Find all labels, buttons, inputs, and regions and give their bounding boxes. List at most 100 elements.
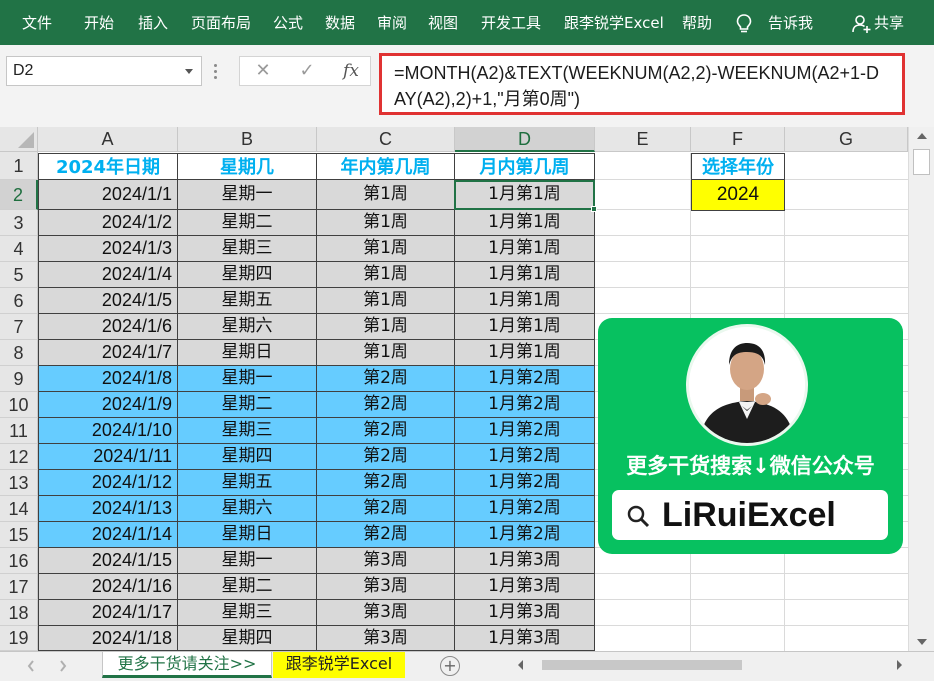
row-header[interactable]: 15	[0, 522, 38, 548]
insert-function-icon[interactable]: fx	[336, 57, 366, 85]
date-cell[interactable]: 2024/1/10	[38, 418, 178, 444]
year-week-cell[interactable]: 第2周	[317, 496, 455, 522]
scroll-left-icon[interactable]	[516, 659, 526, 671]
header-date[interactable]: 2024年日期	[38, 153, 178, 180]
year-week-cell[interactable]: 第1周	[317, 314, 455, 340]
column-header-a[interactable]: A	[38, 127, 178, 152]
month-week-cell[interactable]: 1月第2周	[455, 392, 595, 418]
row-header[interactable]: 9	[0, 366, 38, 392]
sheet-tab-more[interactable]: 更多干货请关注>>	[102, 652, 272, 678]
tab-insert[interactable]: 插入	[138, 0, 168, 45]
month-week-cell[interactable]: 1月第2周	[455, 496, 595, 522]
year-week-cell[interactable]: 第1周	[317, 180, 455, 210]
year-selector-label[interactable]: 选择年份	[691, 153, 785, 180]
enter-check-icon[interactable]: ✓	[292, 57, 322, 85]
date-cell[interactable]: 2024/1/16	[38, 574, 178, 600]
year-week-cell[interactable]: 第1周	[317, 262, 455, 288]
weekday-cell[interactable]: 星期二	[178, 210, 317, 236]
row-header[interactable]: 4	[0, 236, 38, 262]
weekday-cell[interactable]: 星期一	[178, 366, 317, 392]
row-header[interactable]: 12	[0, 444, 38, 470]
cancel-icon[interactable]: ✕	[248, 57, 278, 85]
month-week-cell[interactable]: 1月第2周	[455, 418, 595, 444]
tab-developer[interactable]: 开发工具	[481, 0, 541, 45]
year-week-cell[interactable]: 第3周	[317, 600, 455, 626]
weekday-cell[interactable]: 星期四	[178, 262, 317, 288]
scroll-thumb[interactable]	[913, 149, 930, 175]
scroll-right-icon[interactable]	[894, 659, 904, 671]
row-header[interactable]: 8	[0, 340, 38, 366]
date-cell[interactable]: 2024/1/18	[38, 626, 178, 651]
year-week-cell[interactable]: 第1周	[317, 236, 455, 262]
scroll-up-icon[interactable]	[917, 133, 927, 139]
horizontal-scrollbar[interactable]	[508, 656, 908, 674]
column-header-b[interactable]: B	[178, 127, 317, 152]
date-cell[interactable]: 2024/1/17	[38, 600, 178, 626]
weekday-cell[interactable]: 星期三	[178, 236, 317, 262]
column-header-e[interactable]: E	[595, 127, 691, 152]
date-cell[interactable]: 2024/1/7	[38, 340, 178, 366]
date-cell[interactable]: 2024/1/6	[38, 314, 178, 340]
share-button[interactable]: 共享	[874, 0, 904, 45]
chevron-down-icon[interactable]	[185, 69, 193, 74]
row-header[interactable]: 11	[0, 418, 38, 444]
weekday-cell[interactable]: 星期四	[178, 626, 317, 651]
tab-data[interactable]: 数据	[325, 0, 355, 45]
weekday-cell[interactable]: 星期四	[178, 444, 317, 470]
month-week-cell[interactable]: 1月第1周	[455, 340, 595, 366]
row-header[interactable]: 14	[0, 496, 38, 522]
row-header[interactable]: 13	[0, 470, 38, 496]
date-cell[interactable]: 2024/1/12	[38, 470, 178, 496]
tab-file[interactable]: 文件	[22, 0, 52, 45]
row-header[interactable]: 7	[0, 314, 38, 340]
name-box[interactable]: D2	[6, 56, 202, 86]
select-all-corner[interactable]	[0, 127, 38, 152]
weekday-cell[interactable]: 星期五	[178, 288, 317, 314]
tab-formulas[interactable]: 公式	[273, 0, 303, 45]
promo-search-box[interactable]: LiRuiExcel	[612, 490, 888, 540]
column-header-c[interactable]: C	[317, 127, 455, 152]
year-week-cell[interactable]: 第2周	[317, 392, 455, 418]
column-header-f[interactable]: F	[691, 127, 785, 152]
year-week-cell[interactable]: 第2周	[317, 366, 455, 392]
header-month-week[interactable]: 月内第几周	[455, 153, 595, 180]
year-week-cell[interactable]: 第1周	[317, 340, 455, 366]
date-cell[interactable]: 2024/1/15	[38, 548, 178, 574]
month-week-cell[interactable]: 1月第1周	[455, 262, 595, 288]
month-week-cell[interactable]: 1月第3周	[455, 626, 595, 651]
sheet-tab-liruiexcel[interactable]: 跟李锐学Excel	[273, 652, 405, 678]
weekday-cell[interactable]: 星期三	[178, 600, 317, 626]
weekday-cell[interactable]: 星期日	[178, 340, 317, 366]
row-header[interactable]: 10	[0, 392, 38, 418]
tab-review[interactable]: 审阅	[377, 0, 407, 45]
vertical-scrollbar[interactable]	[908, 127, 934, 651]
month-week-cell[interactable]: 1月第1周	[455, 236, 595, 262]
tab-page-layout[interactable]: 页面布局	[191, 0, 251, 45]
date-cell[interactable]: 2024/1/14	[38, 522, 178, 548]
scroll-down-icon[interactable]	[917, 639, 927, 645]
date-cell[interactable]: 2024/1/4	[38, 262, 178, 288]
tab-help[interactable]: 帮助	[682, 0, 712, 45]
year-week-cell[interactable]: 第3周	[317, 548, 455, 574]
month-week-cell[interactable]: 1月第2周	[455, 444, 595, 470]
date-cell[interactable]: 2024/1/5	[38, 288, 178, 314]
year-week-cell[interactable]: 第1周	[317, 210, 455, 236]
chevron-right-icon[interactable]	[58, 658, 68, 674]
row-header[interactable]: 3	[0, 210, 38, 236]
column-header-g[interactable]: G	[785, 127, 908, 152]
month-week-cell[interactable]: 1月第1周	[455, 210, 595, 236]
row-header[interactable]: 5	[0, 262, 38, 288]
weekday-cell[interactable]: 星期二	[178, 574, 317, 600]
year-week-cell[interactable]: 第2周	[317, 418, 455, 444]
tab-liruiexcel[interactable]: 跟李锐学Excel	[564, 0, 664, 45]
fill-handle[interactable]	[591, 206, 597, 212]
row-header[interactable]: 18	[0, 600, 38, 626]
horizontal-scroll-thumb[interactable]	[542, 660, 742, 670]
year-week-cell[interactable]: 第2周	[317, 444, 455, 470]
chevron-left-icon[interactable]	[26, 658, 36, 674]
year-week-cell[interactable]: 第3周	[317, 574, 455, 600]
date-cell[interactable]: 2024/1/2	[38, 210, 178, 236]
month-week-cell[interactable]: 1月第3周	[455, 574, 595, 600]
formula-input[interactable]: =MONTH(A2)&TEXT(WEEKNUM(A2,2)-WEEKNUM(A2…	[379, 53, 905, 115]
date-cell[interactable]: 2024/1/8	[38, 366, 178, 392]
